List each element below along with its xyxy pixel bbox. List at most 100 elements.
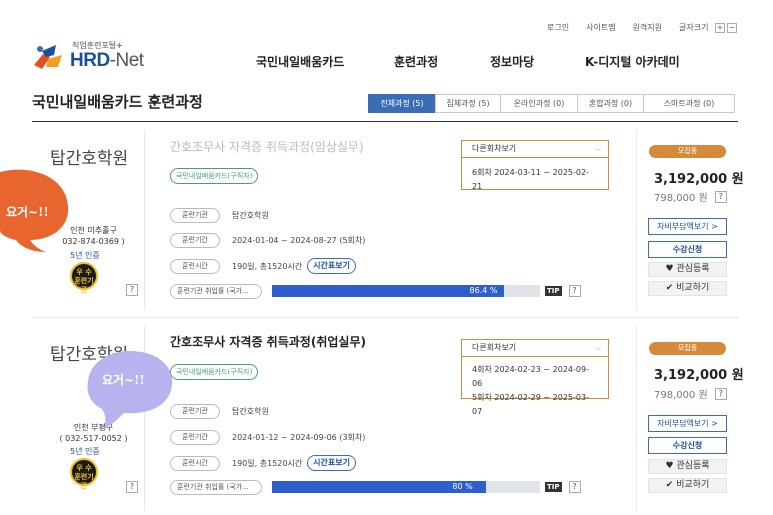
self-pay-price: 798,000 원 ? <box>654 386 727 401</box>
price-help-icon[interactable]: ? <box>714 387 727 400</box>
institution-phone: ( 032-517-0052 ) <box>59 434 128 443</box>
institution-help-icon[interactable]: ? <box>126 284 138 296</box>
badge-line-2: 훈련기관 <box>74 473 94 490</box>
annotation-text: 요거~!! <box>102 373 145 387</box>
self-pay-view-button[interactable]: 자비부담액보기 > <box>648 415 727 432</box>
check-icon: ✔ <box>665 283 674 293</box>
certification-years: 5년 인증 <box>70 251 100 260</box>
total-price: 3,192,000 원 <box>654 368 744 383</box>
font-size-text: 글자크기 <box>679 23 709 32</box>
nav-item-info[interactable]: 정보마당 <box>490 53 534 70</box>
tab-smart[interactable]: 스마트과정 (0) <box>643 94 735 113</box>
status-badge: 모집중 <box>649 342 726 355</box>
tab-online[interactable]: 온라인과정 (0) <box>500 94 578 113</box>
timetable-button[interactable]: 시간표보기 <box>307 258 356 274</box>
info-label: 훈련기간 <box>170 429 220 445</box>
compare-label: 비교하기 <box>676 480 710 490</box>
price-area: 모집중 3,192,000 원 798,000 원 ? 자비부담액보기 > 수강… <box>640 318 744 508</box>
tab-classroom[interactable]: 집체과정 (5) <box>435 94 501 113</box>
badge-line-1: 우 수 <box>76 268 92 276</box>
self-pay-view-button[interactable]: 자비부담액보기 > <box>648 218 727 235</box>
info-row-institution: 훈련기관 탑간호학원 <box>170 402 269 420</box>
page-title: 국민내일배움카드 훈련과정 <box>32 93 203 111</box>
other-sessions-box: 다른회차보기 ⌵ 6회차 2024-03-11 ~ 2025-02-21 <box>461 140 609 191</box>
apply-button[interactable]: 수강신청 <box>648 437 727 454</box>
course-title[interactable]: 간호조무사 자격증 취득과정(임상실무) <box>170 138 364 155</box>
tip-badge[interactable]: TIP <box>545 286 562 296</box>
info-row-period: 훈련기간 2024-01-12 ~ 2024-09-06 (3회차) <box>170 428 365 446</box>
utility-links: 로그인 사이트맵 원격지원 글자크기 + − <box>547 22 737 33</box>
certification-years: 5년 인증 <box>70 447 100 456</box>
info-value: 190일, 총1520시간 <box>232 458 303 468</box>
employment-rate-value: 80 % <box>452 482 473 491</box>
check-icon: ✔ <box>665 480 674 490</box>
tip-badge[interactable]: TIP <box>545 482 562 492</box>
institution-name[interactable]: 탑간호학원 <box>50 144 128 169</box>
other-sessions-dropdown[interactable]: 다른회차보기 ⌵ <box>462 340 608 357</box>
info-label: 훈련시간 <box>170 455 220 471</box>
info-row-period: 훈련기간 2024-01-04 ~ 2024-08-27 (5회차) <box>170 231 365 249</box>
annotation-bubble: 요거~!! <box>0 168 70 253</box>
info-value: 2024-01-04 ~ 2024-08-27 (5회차) <box>232 235 366 245</box>
rate-help-icon[interactable]: ? <box>568 481 581 493</box>
rate-help-icon[interactable]: ? <box>568 285 581 297</box>
info-value: 2024-01-12 ~ 2024-09-06 (3회차) <box>232 432 366 442</box>
info-label: 훈련기관 <box>170 207 220 223</box>
chevron-down-icon: ⌵ <box>594 144 601 153</box>
info-label: 훈련기간 <box>170 232 220 248</box>
chevron-down-icon: ⌵ <box>594 343 601 352</box>
sitemap-link[interactable]: 사이트맵 <box>586 22 615 33</box>
font-decrease-button[interactable]: − <box>727 23 737 33</box>
institution-help-icon[interactable]: ? <box>126 481 138 493</box>
interest-button[interactable]: ♥ 관심등록 <box>648 459 727 474</box>
info-label: 훈련기관 <box>170 403 220 419</box>
timetable-button[interactable]: 시간표보기 <box>307 455 356 471</box>
logo-title: HRD-Net <box>70 50 144 71</box>
self-pay-amount: 798,000 원 <box>654 390 708 401</box>
card-divider <box>636 130 637 310</box>
nav-item-k-digital[interactable]: K-디지털 아카데미 <box>585 53 680 70</box>
tab-blended[interactable]: 혼합과정 (0) <box>577 94 644 113</box>
nav-item-courses[interactable]: 훈련과정 <box>394 53 438 70</box>
card-type-tag: 국민내일배움카드(구직자) <box>170 364 259 380</box>
total-price: 3,192,000 원 <box>654 172 744 187</box>
site-logo[interactable]: 직업훈련포털+ HRD-Net <box>32 40 144 71</box>
badge-line-1: 우 수 <box>76 464 92 472</box>
self-pay-price: 798,000 원 ? <box>654 189 727 204</box>
interest-button[interactable]: ♥ 관심등록 <box>648 262 727 277</box>
font-size-label: 글자크기 + − <box>679 22 737 33</box>
info-row-hours: 훈련시간 190일, 총1520시간 시간표보기 <box>170 454 356 472</box>
card-divider <box>144 130 145 310</box>
info-label: 훈련시간 <box>170 258 220 274</box>
interest-label: 관심등록 <box>676 461 710 471</box>
tab-all[interactable]: 전체과정 (5) <box>368 94 436 113</box>
session-list: 6회차 2024-03-11 ~ 2025-02-21 <box>462 158 608 202</box>
session-item[interactable]: 6회차 2024-03-11 ~ 2025-02-21 <box>472 166 598 194</box>
login-link[interactable]: 로그인 <box>547 22 569 33</box>
nav-item-card[interactable]: 국민내일배움카드 <box>256 53 344 70</box>
employment-rate-row: 훈련기관 취업률 (국가... 80 % TIP ? <box>170 479 581 495</box>
session-item[interactable]: 5회차 2024-02-29 ~ 2025-03-07 <box>472 391 598 419</box>
excellent-institution-badge: 우 수 훈련기관 <box>70 458 98 490</box>
price-help-icon[interactable]: ? <box>714 190 727 203</box>
heart-icon: ♥ <box>665 461 674 471</box>
compare-button[interactable]: ✔ 비교하기 <box>648 281 727 296</box>
employment-rate-bar: 80 % <box>272 481 540 493</box>
other-sessions-box: 다른회차보기 ⌵ 4회차 2024-02-23 ~ 2024-09-06 5회차… <box>461 339 609 416</box>
course-title[interactable]: 간호조무사 자격증 취득과정(취업실무) <box>170 333 366 350</box>
compare-button[interactable]: ✔ 비교하기 <box>648 478 727 493</box>
session-item[interactable]: 4회차 2024-02-23 ~ 2024-09-06 <box>472 363 598 391</box>
self-pay-amount: 798,000 원 <box>654 193 708 204</box>
info-value: 탑간호학원 <box>232 406 269 416</box>
annotation-bubble: 요거~!! <box>84 349 174 431</box>
course-card: 탑간호학원 인천 미추홀구 032-874-0369 ) 5년 인증 우 수 훈… <box>32 122 744 318</box>
other-sessions-label: 다른회차보기 <box>472 144 517 153</box>
card-divider <box>636 326 637 511</box>
speech-bubble-shape <box>87 351 173 429</box>
card-type-tag: 국민내일배움카드(구직자) <box>170 168 259 184</box>
apply-button[interactable]: 수강신청 <box>648 241 727 258</box>
status-badge: 모집중 <box>649 145 726 158</box>
remote-support-link[interactable]: 원격지원 <box>633 22 662 33</box>
other-sessions-dropdown[interactable]: 다른회차보기 ⌵ <box>462 141 608 158</box>
font-increase-button[interactable]: + <box>715 23 725 33</box>
